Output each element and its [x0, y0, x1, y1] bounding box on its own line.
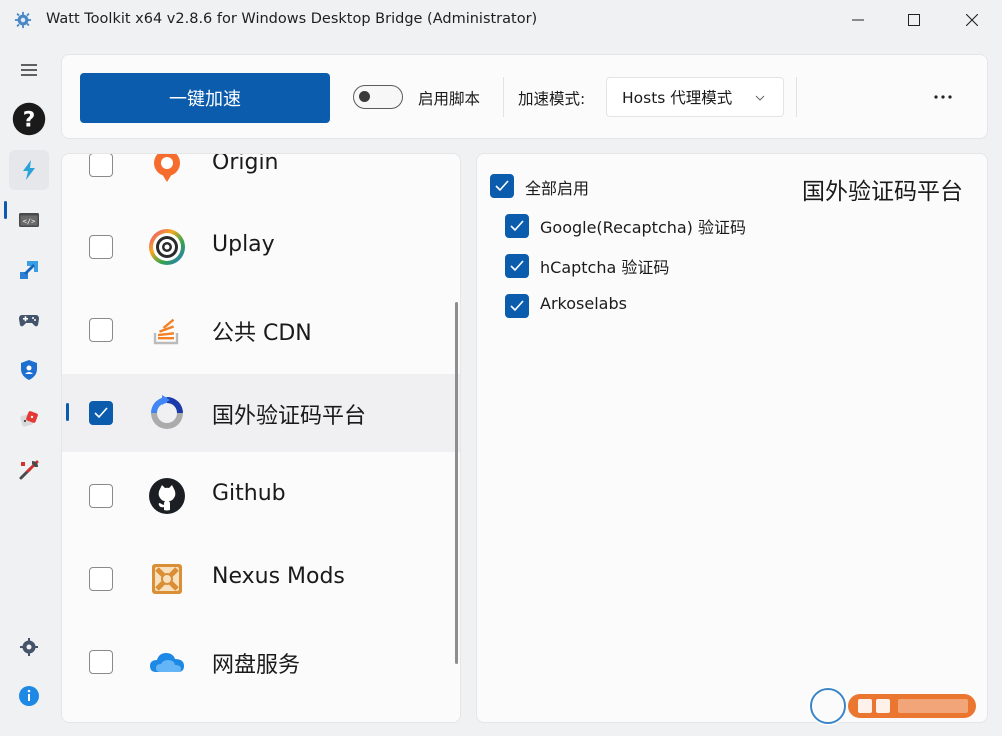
- nav-script[interactable]: </>: [9, 200, 49, 240]
- toggle-knob: [359, 91, 370, 102]
- title-bar: Watt Toolkit x64 v2.8.6 for Windows Desk…: [0, 0, 1002, 40]
- list-item[interactable]: Nexus Mods: [62, 540, 460, 618]
- service-checkbox[interactable]: [89, 154, 113, 177]
- service-label: Nexus Mods: [212, 564, 345, 589]
- enable-all-label: 全部启用: [525, 179, 590, 198]
- enable-script-toggle[interactable]: [353, 85, 403, 109]
- service-label: Origin: [212, 153, 279, 175]
- list-item[interactable]: Github: [62, 457, 460, 535]
- close-button[interactable]: [944, 0, 1000, 40]
- service-label: 国外验证码平台: [212, 404, 367, 429]
- gear-app-icon: [14, 11, 32, 29]
- close-icon: [966, 14, 978, 26]
- checkmark-icon: [510, 220, 524, 232]
- side-navigation: ? </>: [0, 40, 58, 736]
- nav-tools[interactable]: [9, 450, 49, 490]
- nav-games[interactable]: [9, 300, 49, 340]
- svg-text:?: ?: [23, 108, 36, 133]
- minimize-button[interactable]: [830, 0, 886, 40]
- mode-select[interactable]: Hosts 代理模式: [606, 77, 784, 117]
- option-checkbox-recaptcha[interactable]: [505, 214, 529, 238]
- enable-script-label: 启用脚本: [418, 90, 481, 108]
- list-item-selected[interactable]: 国外验证码平台: [62, 374, 460, 452]
- checkmark-icon: [510, 260, 524, 272]
- nav-about[interactable]: [9, 676, 49, 716]
- option-checkbox-arkoselabs[interactable]: [505, 294, 529, 318]
- nav-help[interactable]: ?: [9, 99, 49, 139]
- service-checkbox[interactable]: [89, 401, 113, 425]
- service-label: Github: [212, 481, 286, 506]
- mode-label: 加速模式:: [518, 90, 586, 108]
- origin-icon: [154, 154, 180, 182]
- service-label: 网盘服务: [212, 653, 301, 678]
- service-checkbox[interactable]: [89, 235, 113, 259]
- option-label: Arkoselabs: [540, 294, 627, 313]
- minimize-icon: [852, 19, 864, 21]
- selection-indicator: [66, 403, 69, 421]
- service-label: Uplay: [212, 232, 275, 257]
- toolbar-divider: [796, 77, 797, 117]
- more-icon: [934, 95, 952, 99]
- chevron-down-icon: [755, 95, 765, 101]
- help-icon: ?: [12, 102, 46, 136]
- service-checkbox[interactable]: [89, 318, 113, 342]
- option-label: Google(Recaptcha) 验证码: [540, 218, 747, 237]
- option-checkbox-hcaptcha[interactable]: [505, 254, 529, 278]
- service-list: Origin Uplay 公共 CDN 国外验证码平台 Github Nexus…: [61, 153, 461, 723]
- maximize-icon: [908, 14, 920, 26]
- nav-active-indicator: [4, 201, 7, 219]
- tools-icon: [19, 460, 39, 480]
- service-checkbox[interactable]: [89, 484, 113, 508]
- accelerator-toolbar: 一键加速 启用脚本 加速模式: Hosts 代理模式: [61, 54, 988, 139]
- cloud-icon: [150, 653, 184, 672]
- shield-icon: [21, 360, 37, 380]
- option-label: hCaptcha 验证码: [540, 258, 670, 277]
- toolbar-divider: [503, 77, 504, 117]
- checkmark-icon: [510, 300, 524, 312]
- list-item[interactable]: 网盘服务: [62, 623, 460, 701]
- checkmark-icon: [94, 407, 108, 419]
- transfer-icon: [20, 261, 38, 279]
- dice-icon: [20, 411, 38, 427]
- detail-title: 国外验证码平台: [802, 179, 963, 205]
- list-scrollbar[interactable]: [455, 302, 458, 664]
- nav-security[interactable]: [9, 350, 49, 390]
- service-checkbox[interactable]: [89, 567, 113, 591]
- svg-text:</>: </>: [23, 218, 36, 226]
- nexus-icon: [152, 564, 182, 594]
- mode-select-value: Hosts 代理模式: [622, 89, 733, 107]
- code-icon: </>: [19, 213, 39, 227]
- nav-transfer[interactable]: [9, 250, 49, 290]
- window-title: Watt Toolkit x64 v2.8.6 for Windows Desk…: [46, 11, 538, 27]
- github-icon: [149, 478, 185, 514]
- service-label: 公共 CDN: [212, 321, 312, 346]
- nav-menu[interactable]: [9, 50, 49, 90]
- checkmark-icon: [495, 180, 509, 192]
- service-checkbox[interactable]: [89, 650, 113, 674]
- nav-settings[interactable]: [9, 627, 49, 667]
- gamepad-icon: [19, 315, 39, 327]
- enable-all-checkbox[interactable]: [490, 174, 514, 198]
- site-watermark-logo: [808, 686, 976, 726]
- info-icon: [19, 686, 39, 706]
- service-detail-panel: 国外验证码平台 全部启用 Google(Recaptcha) 验证码 hCapt…: [476, 153, 988, 723]
- list-item[interactable]: Uplay: [62, 208, 460, 286]
- uplay-icon: [149, 229, 185, 265]
- menu-icon: [21, 64, 37, 76]
- settings-icon: [20, 638, 38, 656]
- stack-icon: [153, 318, 179, 345]
- more-options-button[interactable]: [932, 86, 954, 108]
- maximize-button[interactable]: [886, 0, 942, 40]
- list-item[interactable]: Origin: [62, 153, 460, 204]
- nav-accelerator[interactable]: [9, 150, 49, 190]
- recaptcha-icon: [151, 395, 183, 429]
- one-click-accelerate-button[interactable]: 一键加速: [80, 73, 330, 123]
- list-item[interactable]: 公共 CDN: [62, 291, 460, 369]
- lightning-icon: [23, 160, 35, 180]
- nav-idle-game[interactable]: [9, 400, 49, 440]
